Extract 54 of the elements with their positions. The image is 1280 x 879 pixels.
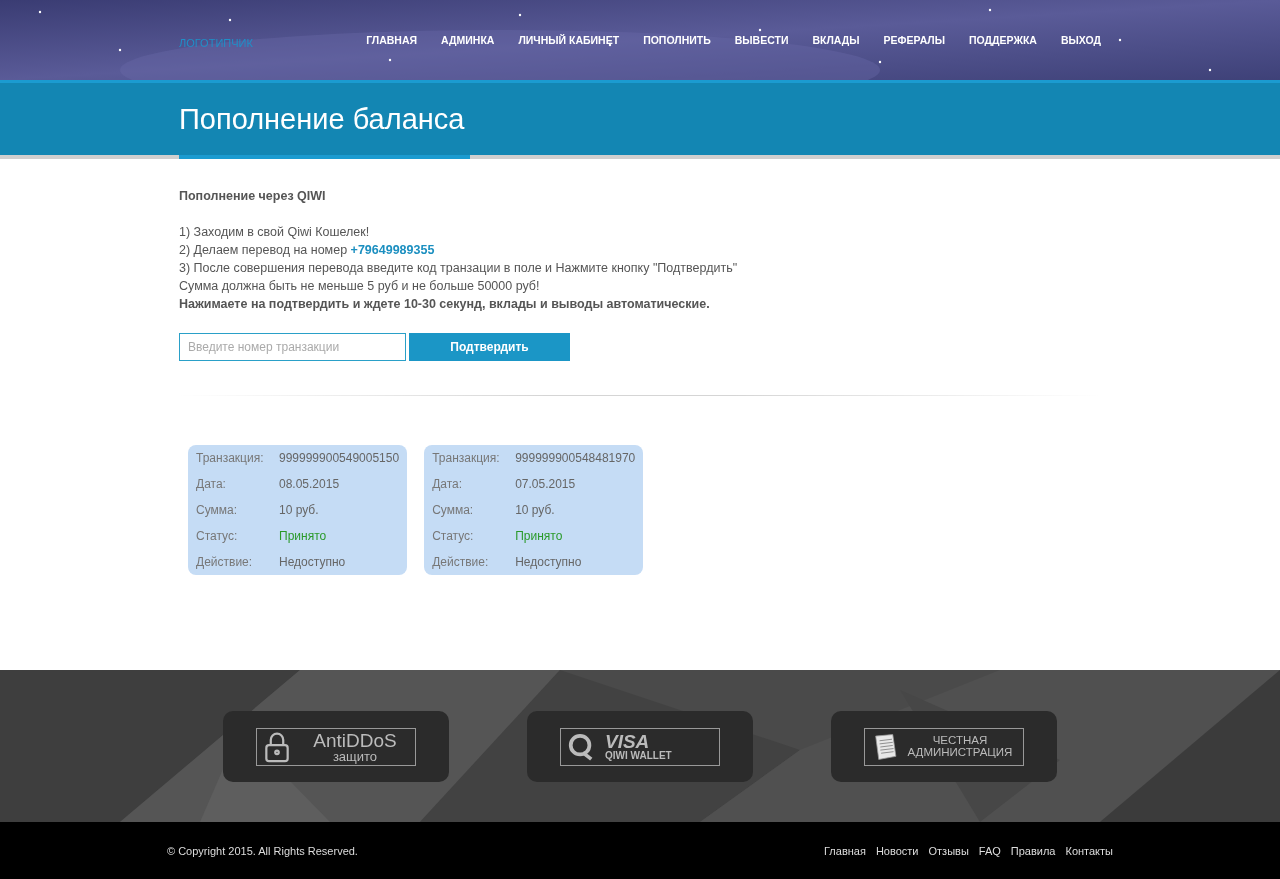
nav-link[interactable]: ВКЛАДЫ [812, 34, 860, 46]
instruction-note: Нажимаете на подтвердить и ждете 10-30 секунд, вклады и выводы автоматические. [179, 296, 711, 313]
instruction-text: 2) Делаем перевод на номер +79649989355 [179, 242, 436, 259]
field-label: Сумма: [432, 503, 475, 517]
badge-subtitle: АДМИНИСТРАЦИЯ [907, 746, 1013, 758]
badge-title: AntiDDoS [313, 730, 397, 750]
padlock-icon [263, 730, 291, 763]
footer-link[interactable]: FAQ [978, 844, 1001, 857]
field-label: Действие: [432, 555, 490, 569]
nav-link[interactable]: ПОДДЕРЖКА [969, 34, 1037, 46]
footer-link[interactable]: Главная [824, 844, 866, 857]
field-value: 10 руб. [515, 503, 556, 517]
field-value: 07.05.2015 [515, 477, 577, 491]
copyright: © Copyright 2015. All Rights Reserved. [167, 844, 358, 857]
field-value: 08.05.2015 [279, 477, 341, 491]
field-label: Статус: [196, 529, 239, 543]
field-value: Принято [279, 529, 328, 543]
field-value: 10 руб. [279, 503, 320, 517]
nav-link[interactable]: РЕФЕРАЛЫ [883, 34, 945, 46]
nav-link[interactable]: ПОПОЛНИТЬ [643, 34, 711, 46]
transaction-input[interactable]: Введите номер транзакции [179, 333, 406, 361]
field-label: Транзакция: [196, 451, 265, 465]
instruction-text: 1) Заходим в свой Qiwi Кошелек! [179, 224, 371, 241]
nav-link[interactable]: ГЛАВНАЯ [366, 34, 418, 46]
nav-link[interactable]: АДМИНКА [441, 34, 495, 46]
field-value: 999999900549005150 [279, 451, 400, 465]
footer-link[interactable]: Правила [1010, 844, 1056, 857]
page-title: Пополнение баланса [179, 102, 466, 136]
badge-subtitle: защито [332, 749, 378, 763]
footer-badge[interactable]: VISA QIWI WALLET [527, 711, 753, 782]
field-label: Транзакция: [432, 451, 501, 465]
nav-link[interactable]: ВЫВЕСТИ [734, 34, 789, 46]
field-label: Дата: [196, 477, 227, 491]
field-label: Сумма: [196, 503, 239, 517]
field-label: Дата: [432, 477, 464, 491]
footer-badge[interactable]: AntiDDoS защито [223, 711, 449, 782]
footer-link[interactable]: Новости [875, 844, 919, 857]
footer-link[interactable]: Отзывы [928, 844, 969, 857]
field-label: Статус: [432, 529, 475, 543]
instruction-text: Сумма должна быть не меньше 5 руб и не больше 50000 руб! [179, 278, 541, 295]
instruction-text: 3) После совершения перевода введите код транзации в поле и Нажмите кнопку "Подтвердить" [179, 260, 739, 277]
field-value: Недоступно [279, 555, 347, 569]
nav-link[interactable]: ВЫХОД [1060, 34, 1101, 46]
badge-title: VISA [605, 732, 650, 751]
badge-title: ЧЕСТНАЯ [932, 735, 988, 747]
nav-link[interactable]: ЛИЧНЫЙ КАБИНЕТ [518, 34, 620, 46]
field-value: 999999900548481970 [515, 451, 636, 465]
field-value: Недоступно [515, 555, 583, 569]
field-value: Принято [515, 529, 564, 543]
field-label: Действие: [196, 555, 254, 569]
badge-subtitle: QIWI WALLET [605, 751, 672, 761]
section-heading: Пополнение через QIWI [179, 188, 327, 205]
footer-link[interactable]: Контакты [1065, 844, 1113, 857]
footer-badge[interactable]: ЧЕСТНАЯ АДМИНИСТРАЦИЯ [831, 711, 1057, 782]
